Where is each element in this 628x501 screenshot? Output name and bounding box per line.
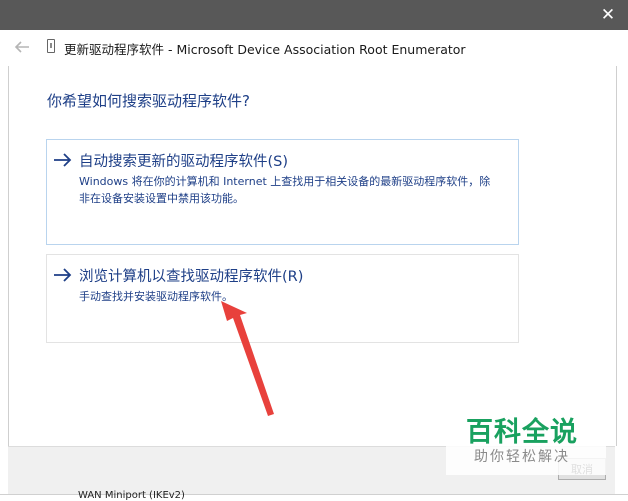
watermark-subtitle: 助你轻松解决 <box>474 449 570 465</box>
watermark-brand: 百科全说 <box>466 417 578 448</box>
device-icon <box>47 39 55 53</box>
option-description: 手动查找并安装驱动程序软件。 <box>79 290 233 303</box>
close-icon: ✕ <box>600 4 616 25</box>
dialog-title: 更新驱动程序软件 - Microsoft Device Association … <box>64 42 466 57</box>
background-device-item: WAN Miniport (IKEv2) <box>78 490 185 501</box>
option-description: Windows 将在你的计算机和 Internet 上查找用于相关设备的最新驱动… <box>79 175 491 205</box>
arrow-right-icon <box>54 268 72 282</box>
option-title: 自动搜索更新的驱动程序软件(S) <box>79 154 289 170</box>
window-titlebar <box>0 0 628 30</box>
option-auto-search[interactable]: 自动搜索更新的驱动程序软件(S) Windows 将在你的计算机和 Intern… <box>46 139 519 245</box>
dialog-header: 更新驱动程序软件 - Microsoft Device Association … <box>0 30 628 66</box>
close-button[interactable]: ✕ <box>598 5 618 25</box>
page-question: 你希望如何搜索驱动程序软件? <box>47 92 250 110</box>
arrow-right-icon <box>54 153 72 167</box>
option-browse-computer[interactable]: 浏览计算机以查找驱动程序软件(R) 手动查找并安装驱动程序软件。 <box>46 254 519 343</box>
option-title: 浏览计算机以查找驱动程序软件(R) <box>79 269 304 285</box>
back-arrow-icon[interactable] <box>13 38 31 56</box>
